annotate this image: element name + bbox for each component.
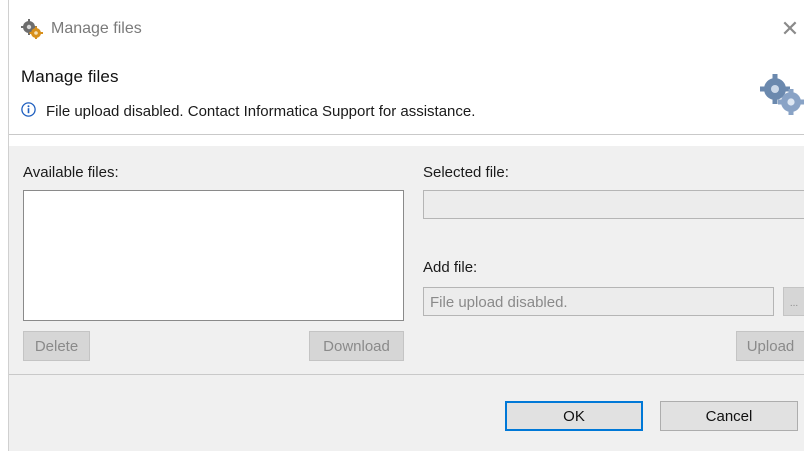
manage-files-dialog: Manage files ✕ Manage files File upload … [8, 0, 804, 451]
browse-button[interactable]: ... [783, 287, 804, 316]
title-bar: Manage files ✕ [9, 0, 804, 58]
ok-button[interactable]: OK [505, 401, 643, 431]
dialog-footer: OK Cancel [9, 374, 804, 451]
content-panel: Available files: Delete Download Selecte… [9, 146, 804, 374]
delete-button[interactable]: Delete [23, 331, 90, 361]
selected-file-field [423, 190, 804, 219]
close-button[interactable]: ✕ [775, 14, 804, 44]
banner-divider [9, 134, 804, 135]
upload-button[interactable]: Upload [736, 331, 804, 361]
banner-title: Manage files [21, 67, 119, 86]
available-files-label: Available files: [23, 164, 119, 181]
close-icon: ✕ [780, 16, 800, 41]
window-title: Manage files [51, 20, 142, 37]
header-banner: Manage files File upload disabled. Conta… [9, 58, 804, 134]
add-file-label: Add file: [423, 259, 478, 276]
selected-file-label: Selected file: [423, 164, 509, 181]
gears-icon [760, 74, 804, 115]
banner-message: File upload disabled. Contact Informatic… [46, 103, 476, 120]
cancel-button[interactable]: Cancel [660, 401, 798, 431]
info-icon [21, 102, 36, 117]
gears-icon [21, 19, 43, 39]
available-files-list[interactable] [23, 190, 404, 321]
add-file-input[interactable]: File upload disabled. [423, 287, 774, 316]
add-file-placeholder: File upload disabled. [430, 294, 568, 311]
download-button[interactable]: Download [309, 331, 404, 361]
